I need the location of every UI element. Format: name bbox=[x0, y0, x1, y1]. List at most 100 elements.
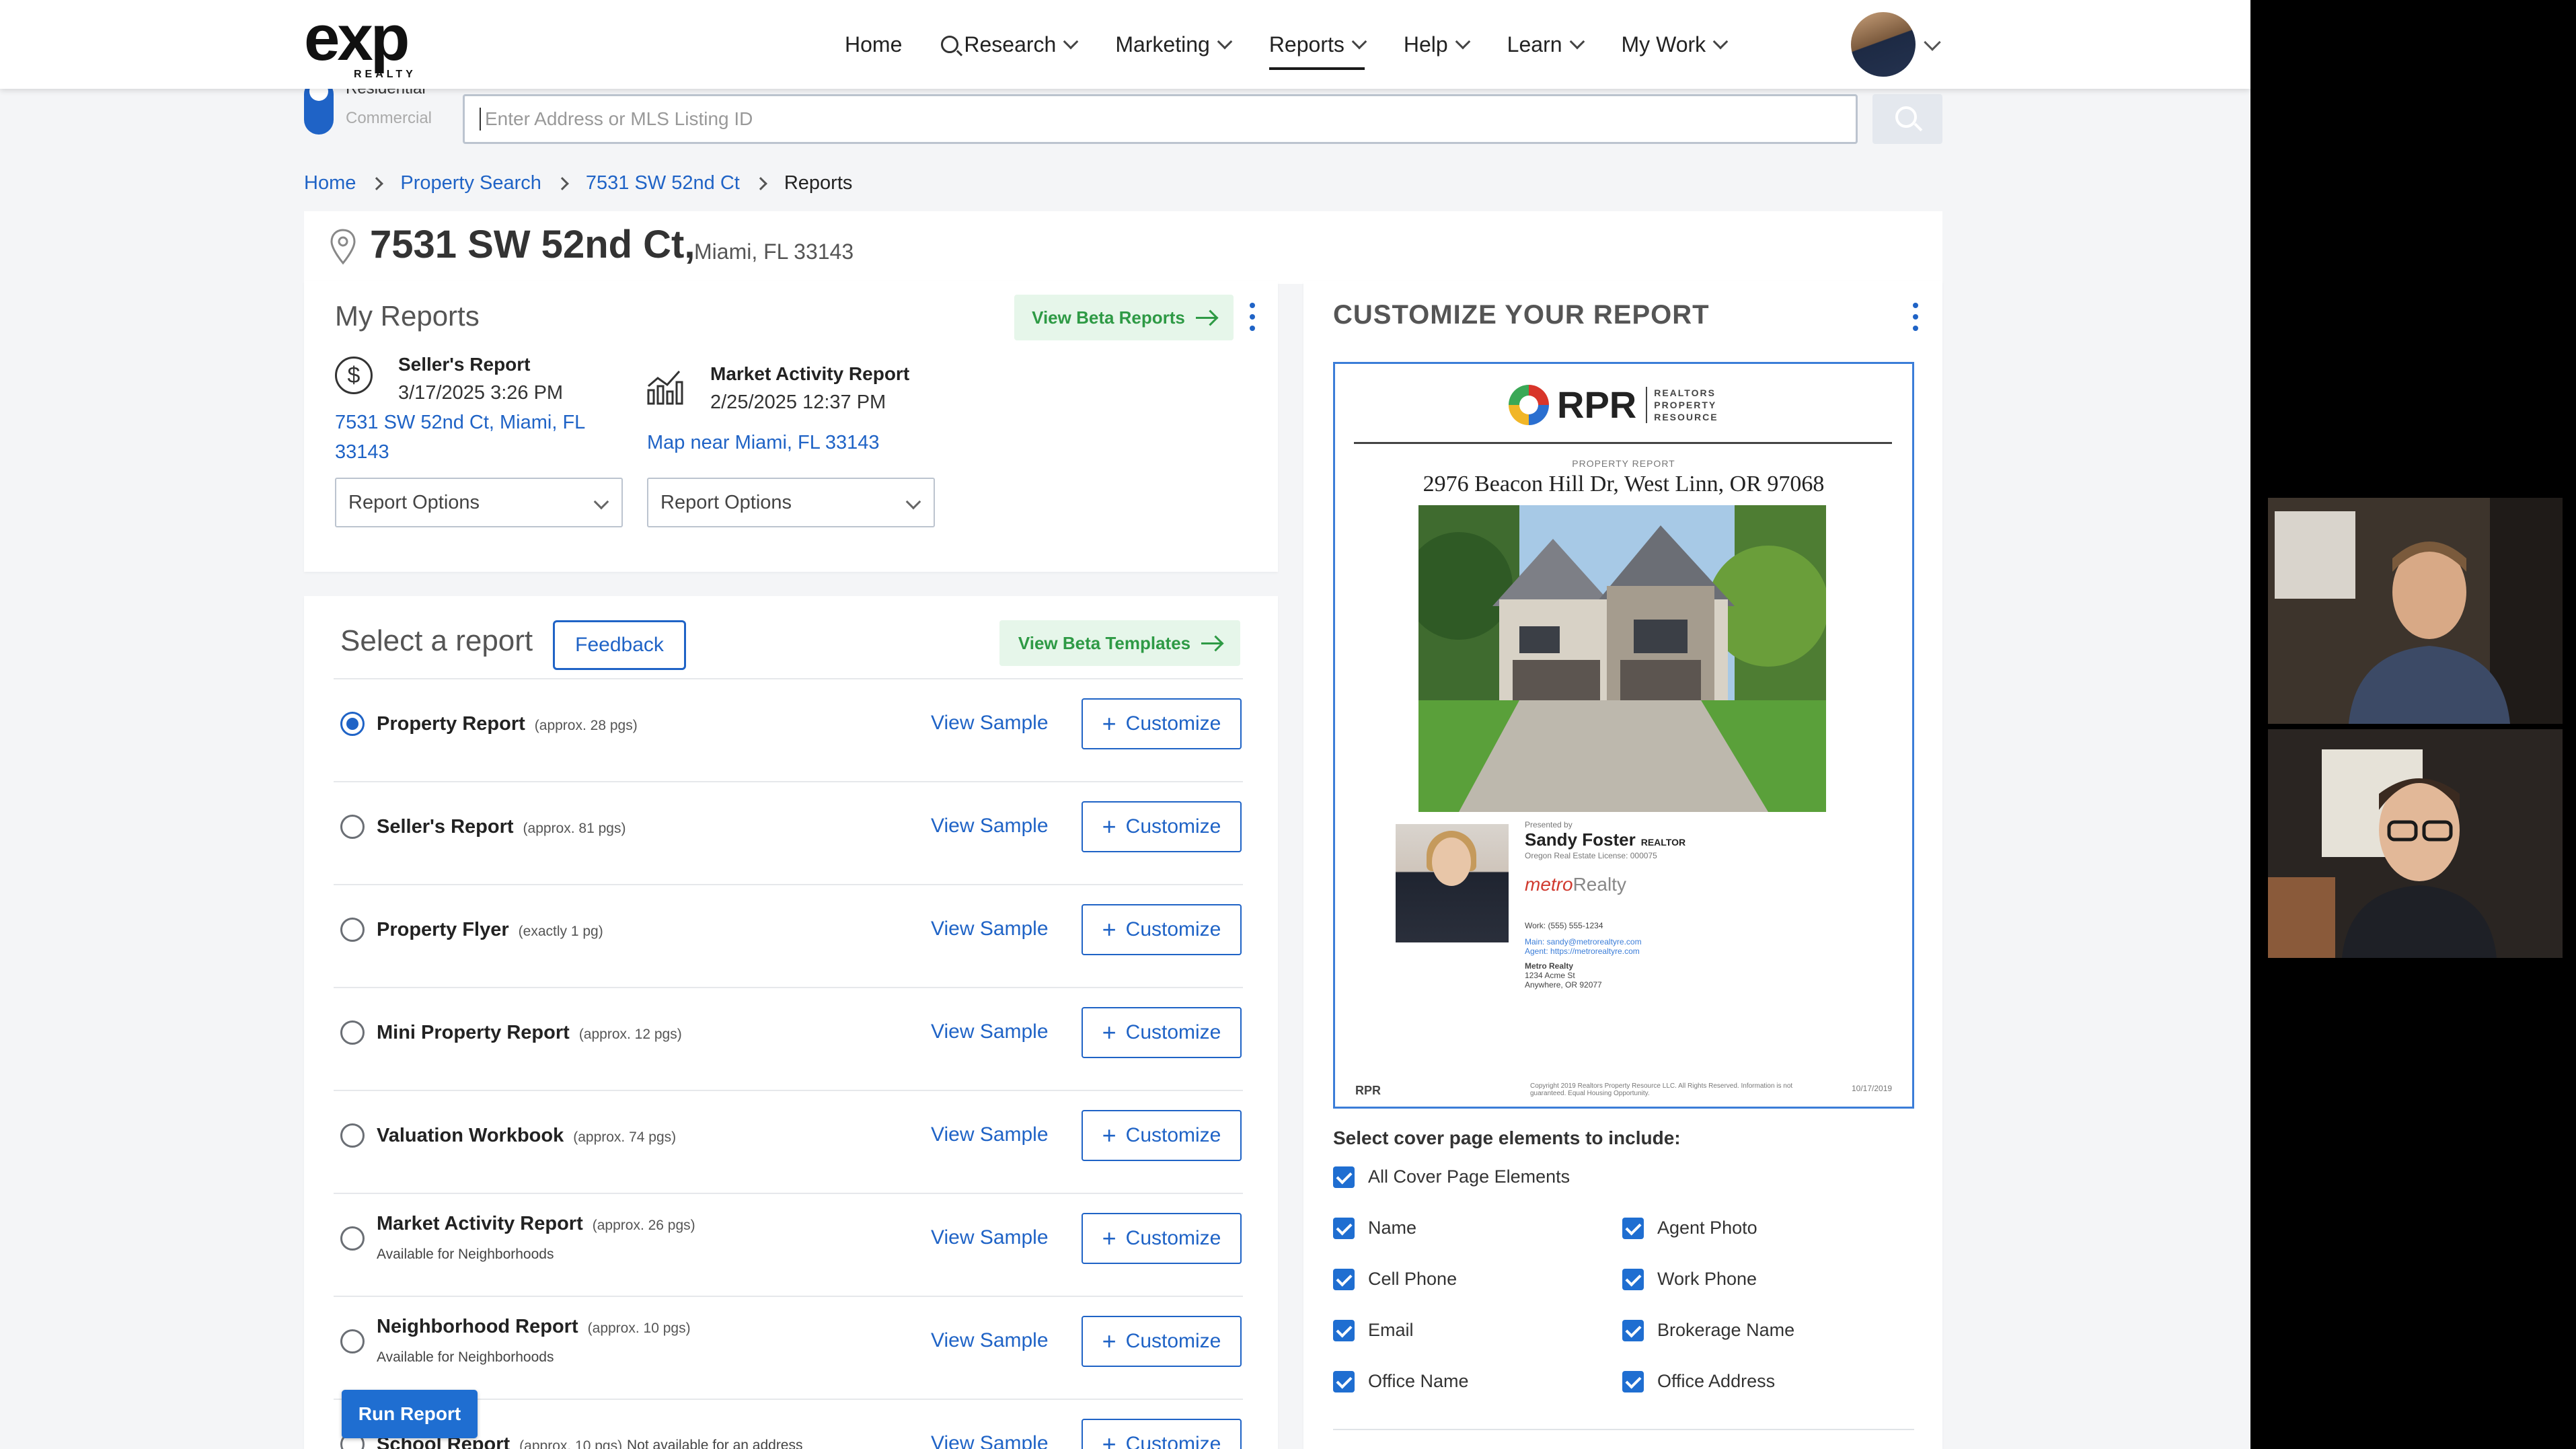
checkbox-label[interactable]: Agent Photo bbox=[1657, 1218, 1757, 1238]
breadcrumb-home[interactable]: Home bbox=[304, 172, 356, 194]
rpr-logo-mark bbox=[1509, 384, 1549, 425]
report-name[interactable]: Mini Property Report (approx. 12 pgs) bbox=[377, 1022, 682, 1044]
address-search-input[interactable]: Enter Address or MLS Listing ID bbox=[463, 94, 1858, 144]
nav-item-my-work[interactable]: My Work bbox=[1621, 26, 1729, 63]
exp-realty-logo[interactable]: exp REALTY bbox=[304, 2, 439, 81]
checkbox-office-name[interactable] bbox=[1333, 1371, 1355, 1392]
nav-item-label: Learn bbox=[1507, 32, 1562, 57]
checkbox-label[interactable]: Cell Phone bbox=[1368, 1269, 1457, 1290]
report-options-label: Report Options bbox=[348, 491, 480, 513]
report-radio[interactable] bbox=[340, 1020, 365, 1045]
my-report-name: Seller's Report bbox=[398, 354, 531, 375]
my-report-date: 3/17/2025 3:26 PM bbox=[398, 382, 564, 404]
checkbox-all-cover-elements[interactable] bbox=[1333, 1166, 1355, 1188]
chevron-down-icon[interactable] bbox=[1924, 34, 1941, 51]
checkbox-label[interactable]: Office Address bbox=[1657, 1371, 1775, 1392]
report-name[interactable]: Property Report (approx. 28 pgs) bbox=[377, 713, 638, 735]
my-report-link-line2[interactable]: 33143 bbox=[335, 437, 585, 467]
report-name[interactable]: Valuation Workbook (approx. 74 pgs) bbox=[377, 1125, 676, 1147]
nav-item-reports[interactable]: Reports bbox=[1268, 26, 1367, 70]
report-radio[interactable] bbox=[340, 1329, 365, 1353]
app-window: exp REALTY Home Research Marketing Reports H… bbox=[0, 0, 2250, 1449]
search-button[interactable] bbox=[1872, 94, 1942, 144]
my-report-link-line1[interactable]: 7531 SW 52nd Ct, Miami, FL bbox=[335, 408, 585, 437]
checkbox-label[interactable]: Name bbox=[1368, 1218, 1416, 1238]
customize-label: Customize bbox=[1125, 1124, 1221, 1146]
view-sample-link[interactable]: View Sample bbox=[931, 1020, 1049, 1043]
view-sample-link[interactable]: View Sample bbox=[931, 815, 1049, 838]
report-radio[interactable] bbox=[340, 1123, 365, 1148]
checkbox-name[interactable] bbox=[1333, 1218, 1355, 1239]
view-beta-templates-label: View Beta Templates bbox=[1018, 632, 1191, 653]
report-name[interactable]: Market Activity Report (approx. 26 pgs) bbox=[377, 1213, 695, 1235]
customize-button[interactable]: + Customize bbox=[1082, 904, 1242, 955]
checkbox-office-address[interactable] bbox=[1622, 1371, 1644, 1392]
customize-button[interactable]: + Customize bbox=[1082, 801, 1242, 852]
feedback-button[interactable]: Feedback bbox=[553, 620, 686, 670]
checkbox-agent-photo[interactable] bbox=[1622, 1218, 1644, 1239]
nav-item-help[interactable]: Help bbox=[1404, 26, 1470, 63]
my-report-link[interactable]: Map near Miami, FL 33143 bbox=[647, 428, 879, 457]
customize-button[interactable]: + Customize bbox=[1082, 698, 1242, 749]
checkbox-label[interactable]: Brokerage Name bbox=[1657, 1320, 1794, 1341]
report-page-count: (approx. 28 pgs) bbox=[534, 718, 638, 733]
my-report-link[interactable]: 7531 SW 52nd Ct, Miami, FL 33143 bbox=[335, 408, 585, 467]
arrow-right-icon bbox=[1195, 316, 1216, 319]
view-beta-reports-button[interactable]: View Beta Reports bbox=[1014, 295, 1234, 340]
checkbox-label[interactable]: Email bbox=[1368, 1320, 1414, 1341]
view-sample-link[interactable]: View Sample bbox=[931, 1432, 1049, 1449]
report-radio[interactable] bbox=[340, 712, 365, 736]
report-radio[interactable] bbox=[340, 815, 365, 839]
checkbox-brokerage-name[interactable] bbox=[1622, 1320, 1644, 1341]
run-report-button[interactable]: Run Report bbox=[342, 1390, 478, 1438]
chevron-right-icon bbox=[370, 176, 384, 190]
checkbox-label[interactable]: Office Name bbox=[1368, 1371, 1469, 1392]
checkbox-cell-phone[interactable] bbox=[1333, 1269, 1355, 1290]
report-radio[interactable] bbox=[340, 918, 365, 942]
logo-wordmark: exp bbox=[304, 2, 410, 74]
rpr-wordmark: RPR bbox=[1557, 383, 1637, 426]
customize-button[interactable]: + Customize bbox=[1082, 1007, 1242, 1058]
nav-item-marketing[interactable]: Marketing bbox=[1115, 26, 1233, 63]
row-divider bbox=[334, 1090, 1243, 1091]
customize-more-icon[interactable] bbox=[1913, 303, 1918, 331]
checkbox-email[interactable] bbox=[1333, 1320, 1355, 1341]
nav-item-label: My Work bbox=[1621, 32, 1706, 57]
customize-button[interactable]: + Customize bbox=[1082, 1419, 1242, 1449]
customize-button[interactable]: + Customize bbox=[1082, 1316, 1242, 1367]
report-radio[interactable] bbox=[340, 1226, 365, 1251]
cover-elements-question: Select cover page elements to include: bbox=[1333, 1127, 1681, 1148]
view-sample-link[interactable]: View Sample bbox=[931, 1123, 1049, 1146]
text-caret bbox=[480, 108, 481, 131]
breadcrumb-property-search[interactable]: Property Search bbox=[400, 172, 541, 194]
view-beta-templates-button[interactable]: View Beta Templates bbox=[999, 620, 1240, 666]
user-avatar[interactable] bbox=[1851, 12, 1916, 77]
toggle-label-commercial[interactable]: Commercial bbox=[346, 109, 432, 128]
breadcrumb-address[interactable]: 7531 SW 52nd Ct bbox=[586, 172, 740, 194]
customize-button[interactable]: + Customize bbox=[1082, 1213, 1242, 1264]
divider bbox=[1333, 1429, 1914, 1430]
view-sample-link[interactable]: View Sample bbox=[931, 712, 1049, 735]
view-sample-link[interactable]: View Sample bbox=[931, 1329, 1049, 1352]
report-name[interactable]: Seller's Report (approx. 81 pgs) bbox=[377, 816, 626, 838]
nav-item-research[interactable]: Research bbox=[941, 26, 1079, 63]
my-reports-more-icon[interactable] bbox=[1250, 303, 1255, 331]
checkbox-label[interactable]: All Cover Page Elements bbox=[1368, 1166, 1570, 1187]
report-options-dropdown[interactable]: Report Options bbox=[335, 478, 623, 527]
checkbox-label[interactable]: Work Phone bbox=[1657, 1269, 1757, 1290]
agent-photo bbox=[1396, 824, 1509, 942]
breadcrumb-current: Reports bbox=[784, 172, 853, 194]
preview-footer-copyright: Copyright 2019 Realtors Property Resourc… bbox=[1530, 1082, 1793, 1097]
report-name[interactable]: Neighborhood Report (approx. 10 pgs) bbox=[377, 1316, 691, 1338]
report-options-dropdown[interactable]: Report Options bbox=[647, 478, 935, 527]
preview-agent-site: Agent: https://metrorealtyre.com bbox=[1525, 946, 1640, 956]
nav-item-learn[interactable]: Learn bbox=[1507, 26, 1585, 63]
report-name[interactable]: Property Flyer (exactly 1 pg) bbox=[377, 919, 603, 941]
view-sample-link[interactable]: View Sample bbox=[931, 918, 1049, 940]
plus-icon: + bbox=[1102, 1224, 1116, 1252]
preview-license: Oregon Real Estate License: 000075 bbox=[1525, 851, 1657, 860]
customize-button[interactable]: + Customize bbox=[1082, 1110, 1242, 1161]
checkbox-work-phone[interactable] bbox=[1622, 1269, 1644, 1290]
view-sample-link[interactable]: View Sample bbox=[931, 1226, 1049, 1249]
nav-item-home[interactable]: Home bbox=[845, 26, 902, 63]
